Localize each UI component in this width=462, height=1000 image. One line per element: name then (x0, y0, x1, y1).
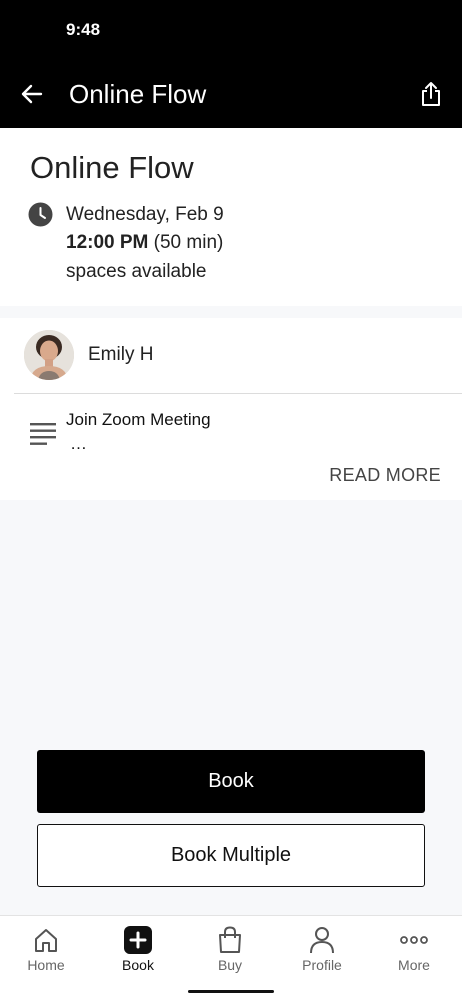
class-date: Wednesday, Feb 9 (66, 204, 224, 225)
tab-more-label: More (398, 957, 430, 973)
status-bar: 9:48 (0, 0, 462, 60)
tab-more[interactable]: More (368, 916, 460, 986)
tab-buy-label: Buy (217, 957, 243, 973)
description-text: Join Zoom Meeting (66, 410, 211, 429)
class-time-row: 12:00 PM (50 min) (66, 232, 223, 254)
app-bar-title: Online Flow (69, 79, 207, 109)
tab-home-label: Home (27, 957, 65, 973)
instructor-photo (24, 330, 74, 380)
shopping-bag-icon (216, 926, 244, 954)
instructor-name: Emily H (88, 344, 154, 365)
share-button[interactable] (412, 76, 450, 112)
tab-profile-label: Profile (302, 957, 342, 973)
class-duration: (50 min) (153, 232, 224, 253)
person-icon (308, 926, 336, 954)
tab-book-label: Book (122, 957, 154, 973)
arrow-left-icon (21, 84, 43, 104)
plus-square-icon (124, 926, 152, 954)
bottom-tab-bar: Home Book Buy Profile More (0, 915, 462, 1000)
book-button[interactable]: Book (37, 750, 425, 813)
tab-home[interactable]: Home (0, 916, 92, 986)
tab-profile[interactable]: Profile (276, 916, 368, 986)
clock-icon (28, 202, 53, 227)
home-indicator (188, 990, 274, 993)
tab-book[interactable]: Book (92, 916, 184, 986)
share-icon (422, 82, 440, 106)
description-lines-icon (30, 423, 56, 445)
description-ellipsis: … (70, 434, 87, 453)
divider (14, 393, 462, 394)
back-button[interactable] (14, 78, 50, 110)
detail-card: Emily H Join Zoom Meeting … READ MORE (0, 318, 462, 500)
app-bar: Online Flow (0, 60, 462, 128)
avatar (24, 330, 74, 380)
instructor-row[interactable]: Emily H (0, 318, 462, 393)
tab-buy[interactable]: Buy (184, 916, 276, 986)
class-info-card: Online Flow Wednesday, Feb 9 12:00 PM (5… (0, 128, 462, 306)
class-title: Online Flow (30, 150, 194, 185)
class-time: 12:00 PM (66, 232, 149, 253)
status-time: 9:48 (66, 20, 101, 39)
home-icon (32, 926, 60, 954)
more-dots-icon (400, 926, 428, 954)
read-more-link[interactable]: READ MORE (329, 465, 441, 486)
class-availability: spaces available (66, 261, 207, 282)
book-multiple-button[interactable]: Book Multiple (37, 824, 425, 887)
